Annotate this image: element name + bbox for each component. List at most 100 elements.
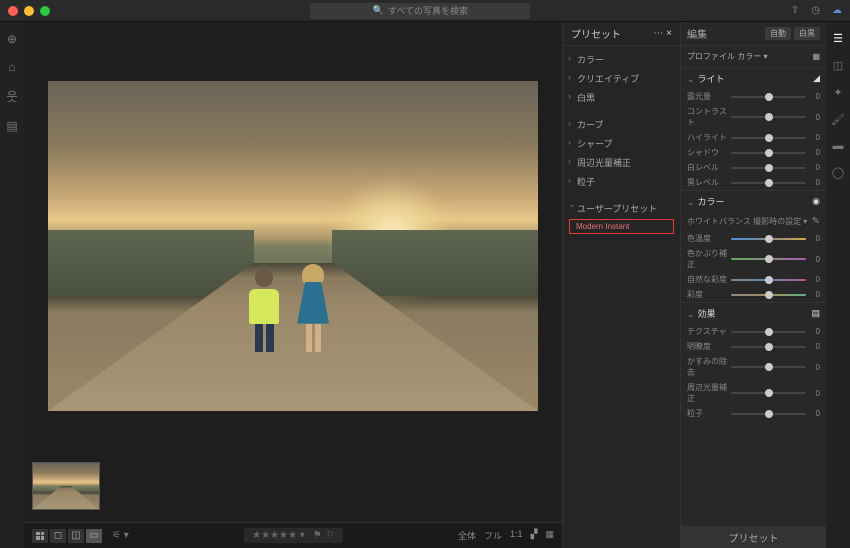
- view-grid[interactable]: [32, 529, 48, 543]
- slider-track[interactable]: [731, 96, 806, 98]
- histogram-icon[interactable]: ▞: [531, 529, 538, 542]
- bw-button[interactable]: 白黒: [794, 27, 820, 40]
- slider-knob[interactable]: [765, 343, 773, 351]
- slider-knob[interactable]: [765, 291, 773, 299]
- section-color[interactable]: ⌄カラー ◉: [681, 190, 826, 212]
- original-toggle-icon[interactable]: ▦: [545, 529, 554, 542]
- effects-icon[interactable]: ▤: [811, 308, 820, 319]
- wb-value[interactable]: 撮影時の設定: [753, 217, 801, 226]
- zoom-1to1[interactable]: 1:1: [510, 529, 523, 542]
- slider-knob[interactable]: [765, 410, 773, 418]
- preset-group-user[interactable]: ユーザープリセット: [563, 199, 680, 218]
- slider-label: 彩度: [687, 289, 727, 300]
- slider-knob[interactable]: [765, 113, 773, 121]
- search-placeholder: すべての写真を検索: [388, 4, 468, 17]
- slider-track[interactable]: [731, 182, 806, 184]
- brush-tool-icon[interactable]: 🖌: [831, 113, 845, 126]
- slider-knob[interactable]: [765, 164, 773, 172]
- slider-value: 0: [810, 255, 820, 264]
- zoom-fill[interactable]: フル: [484, 529, 502, 542]
- window-minimize[interactable]: [24, 6, 34, 16]
- slider-track[interactable]: [731, 294, 806, 296]
- profile-grid-icon[interactable]: ▦: [812, 52, 820, 61]
- slider-label: 色かぶり補正: [687, 248, 727, 270]
- slider-knob[interactable]: [765, 179, 773, 187]
- share-icon[interactable]: ⇧: [791, 5, 799, 16]
- preset-item[interactable]: Modern Instant: [569, 219, 674, 234]
- slider-track[interactable]: [731, 238, 806, 240]
- slider-knob[interactable]: [765, 93, 773, 101]
- slider-label: 色温度: [687, 233, 727, 244]
- search-input[interactable]: 🔍 すべての写真を検索: [310, 3, 530, 19]
- preset-group[interactable]: 粒子: [563, 172, 680, 191]
- home-icon[interactable]: ⌂: [8, 60, 15, 74]
- slider-track[interactable]: [731, 279, 806, 281]
- slider-track[interactable]: [731, 366, 806, 368]
- light-title: ライト: [698, 74, 725, 84]
- crop-tool-icon[interactable]: ◫: [833, 59, 843, 72]
- flag-reject-icon[interactable]: ⚐: [326, 530, 335, 541]
- slider-knob[interactable]: [765, 149, 773, 157]
- heal-tool-icon[interactable]: ✦: [833, 86, 842, 99]
- slider-knob[interactable]: [765, 363, 773, 371]
- slider-knob[interactable]: [765, 134, 773, 142]
- radial-gradient-icon[interactable]: ◯: [832, 166, 844, 179]
- edit-tool-icon[interactable]: ☰: [833, 32, 843, 45]
- slider-label: 自然な彩度: [687, 274, 727, 285]
- section-effects[interactable]: ⌄効果 ▤: [681, 302, 826, 324]
- view-compare[interactable]: ◫: [68, 529, 84, 543]
- cloud-sync-icon[interactable]: ◷: [811, 5, 820, 16]
- slider-value: 0: [810, 275, 820, 284]
- view-detail[interactable]: ▭: [86, 529, 102, 543]
- slider-track[interactable]: [731, 167, 806, 169]
- view-square[interactable]: ◻: [50, 529, 66, 543]
- slider-value: 0: [810, 92, 820, 101]
- slider-track[interactable]: [731, 392, 806, 394]
- thumbnail[interactable]: [32, 462, 100, 510]
- slider-label: 明瞭度: [687, 341, 727, 352]
- main-photo[interactable]: [48, 81, 538, 411]
- section-light[interactable]: ⌄ライト ◢: [681, 67, 826, 89]
- window-maximize[interactable]: [40, 6, 50, 16]
- preset-group[interactable]: クリエイティブ: [563, 69, 680, 88]
- slider-label: テクスチャ: [687, 326, 727, 337]
- preset-group[interactable]: カラー: [563, 50, 680, 69]
- preset-group[interactable]: カーブ: [563, 115, 680, 134]
- slider-knob[interactable]: [765, 389, 773, 397]
- preset-button[interactable]: プリセット: [681, 526, 826, 548]
- slider-track[interactable]: [731, 116, 806, 118]
- preset-group[interactable]: 周辺光量補正: [563, 153, 680, 172]
- slider-knob[interactable]: [765, 235, 773, 243]
- zoom-fit[interactable]: 全体: [458, 529, 476, 542]
- profile-value[interactable]: カラー: [737, 52, 761, 61]
- slider-track[interactable]: [731, 331, 806, 333]
- eyedropper-icon[interactable]: ✎: [812, 216, 820, 227]
- slider-track[interactable]: [731, 258, 806, 260]
- slider-knob[interactable]: [765, 276, 773, 284]
- add-photos-icon[interactable]: ⊕: [7, 32, 17, 46]
- preset-group[interactable]: 白黒: [563, 88, 680, 107]
- slider-knob[interactable]: [765, 328, 773, 336]
- people-icon[interactable]: 웃: [6, 88, 17, 105]
- slider-track[interactable]: [731, 137, 806, 139]
- preset-group[interactable]: シャープ: [563, 134, 680, 153]
- slider-track[interactable]: [731, 346, 806, 348]
- slider-label: 黒レベル: [687, 177, 727, 188]
- slider-value: 0: [810, 234, 820, 243]
- cloud-icon[interactable]: ☁: [832, 5, 842, 16]
- tone-curve-icon[interactable]: ◢: [813, 73, 820, 84]
- linear-gradient-icon[interactable]: ▬: [833, 140, 844, 152]
- search-icon: 🔍: [373, 5, 384, 16]
- color-mixer-icon[interactable]: ◉: [812, 196, 820, 207]
- slider-knob[interactable]: [765, 255, 773, 263]
- flag-pick-icon[interactable]: ⚑: [313, 530, 322, 541]
- filter-icon[interactable]: ⚟ ▾: [112, 530, 129, 541]
- auto-button[interactable]: 自動: [765, 27, 791, 40]
- library-icon[interactable]: ▤: [6, 119, 17, 133]
- wb-label: ホワイトバランス: [687, 217, 751, 226]
- slider-track[interactable]: [731, 152, 806, 154]
- presets-menu-icon[interactable]: ⋯ ×: [653, 28, 672, 39]
- window-close[interactable]: [8, 6, 18, 16]
- rating-stars[interactable]: ★★★★★ ▾⚑⚐: [244, 528, 343, 543]
- slider-track[interactable]: [731, 413, 806, 415]
